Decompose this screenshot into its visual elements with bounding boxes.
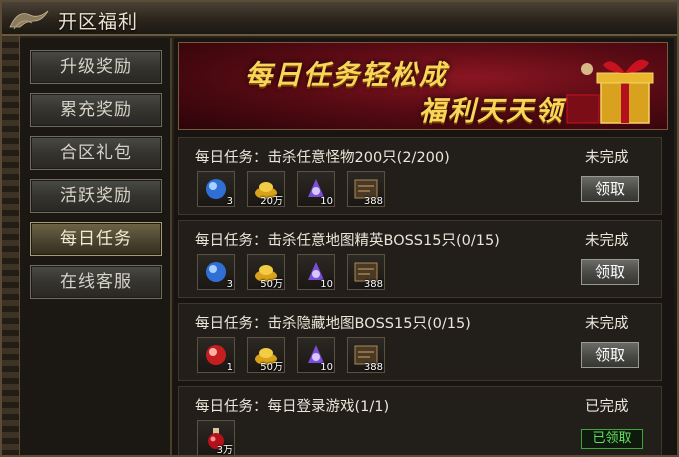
reward-slot[interactable]: 3 [197,254,235,290]
task-title: 每日任务：每日登录游戏(1/1) [195,399,390,415]
task-status: 已完成 [585,399,629,415]
gift-box-icon [566,59,654,124]
task-title: 每日任务：击杀隐藏地图BOSS15只(0/15) [195,316,471,332]
reward-slot[interactable]: 3万 [197,420,235,456]
task-status: 未完成 [585,316,629,332]
reward-quantity: 10 [320,362,333,373]
welfare-window: 开区福利 升级奖励 累充奖励 合区礼包 活跃奖励 每日任务 在线客服 每日任务轻… [0,0,679,457]
reward-quantity: 50万 [260,362,283,373]
sidebar-item-daily-tasks[interactable]: 每日任务 [30,222,162,256]
reward-slot[interactable]: 3 [197,171,235,207]
reward-slot[interactable]: 388 [347,337,385,373]
task-row: 每日任务：击杀任意怪物200只(2/200) 未完成 3 20万 10 388 [178,137,662,215]
sidebar-item-upgrade-reward[interactable]: 升级奖励 [30,50,162,84]
reward-quantity: 10 [320,196,333,207]
reward-quantity: 388 [363,362,383,373]
title-bar: 开区福利 [2,2,677,36]
sidebar-item-merge-gift[interactable]: 合区礼包 [30,136,162,170]
task-row: 每日任务：击杀任意地图精英BOSS15只(0/15) 未完成 3 50万 10 [178,220,662,298]
reward-quantity: 388 [363,279,383,290]
reward-slot[interactable]: 388 [347,254,385,290]
task-title: 每日任务：击杀任意怪物200只(2/200) [195,150,450,166]
reward-quantity: 1 [226,362,233,373]
reward-slot[interactable]: 50万 [247,254,285,290]
task-status: 未完成 [585,233,629,249]
reward-slot[interactable]: 1 [197,337,235,373]
reward-slot[interactable]: 20万 [247,171,285,207]
reward-slot[interactable]: 10 [297,254,335,290]
claim-button[interactable]: 领取 [581,259,639,285]
reward-quantity: 3万 [216,445,233,456]
window-title: 开区福利 [58,11,139,33]
banner-subheadline: 福利天天领 [419,96,564,127]
banner-headline: 每日任务轻松成 [245,60,448,91]
sidebar-item-activity-reward[interactable]: 活跃奖励 [30,179,162,213]
task-title: 每日任务：击杀任意地图精英BOSS15只(0/15) [195,233,500,249]
daily-task-banner: 每日任务轻松成 福利天天领 [178,42,668,130]
reward-quantity: 388 [363,196,383,207]
main-panel: 每日任务轻松成 福利天天领 每日任务：击杀任意怪物200只(2/200) 未完成… [174,38,674,456]
reward-quantity: 50万 [260,279,283,290]
sidebar-item-online-service[interactable]: 在线客服 [30,265,162,299]
reward-slot[interactable]: 10 [297,171,335,207]
claim-button[interactable]: 领取 [581,176,639,202]
reward-slot[interactable]: 388 [347,171,385,207]
sidebar: 升级奖励 累充奖励 合区礼包 活跃奖励 每日任务 在线客服 [20,38,172,455]
reward-quantity: 3 [226,196,233,207]
task-row: 每日任务：每日登录游戏(1/1) 已完成 3万 已领取 [178,386,662,456]
task-status: 未完成 [585,150,629,166]
reward-quantity: 20万 [260,196,283,207]
task-row: 每日任务：击杀隐藏地图BOSS15只(0/15) 未完成 1 50万 10 38 [178,303,662,381]
reward-quantity: 10 [320,279,333,290]
claim-button[interactable]: 领取 [581,342,639,368]
ornamental-border [2,36,20,455]
dragon-ornament-icon [9,10,49,30]
reward-quantity: 3 [226,279,233,290]
sidebar-item-recharge-reward[interactable]: 累充奖励 [30,93,162,127]
reward-slot[interactable]: 50万 [247,337,285,373]
reward-slot[interactable]: 10 [297,337,335,373]
claimed-badge: 已领取 [581,429,643,449]
